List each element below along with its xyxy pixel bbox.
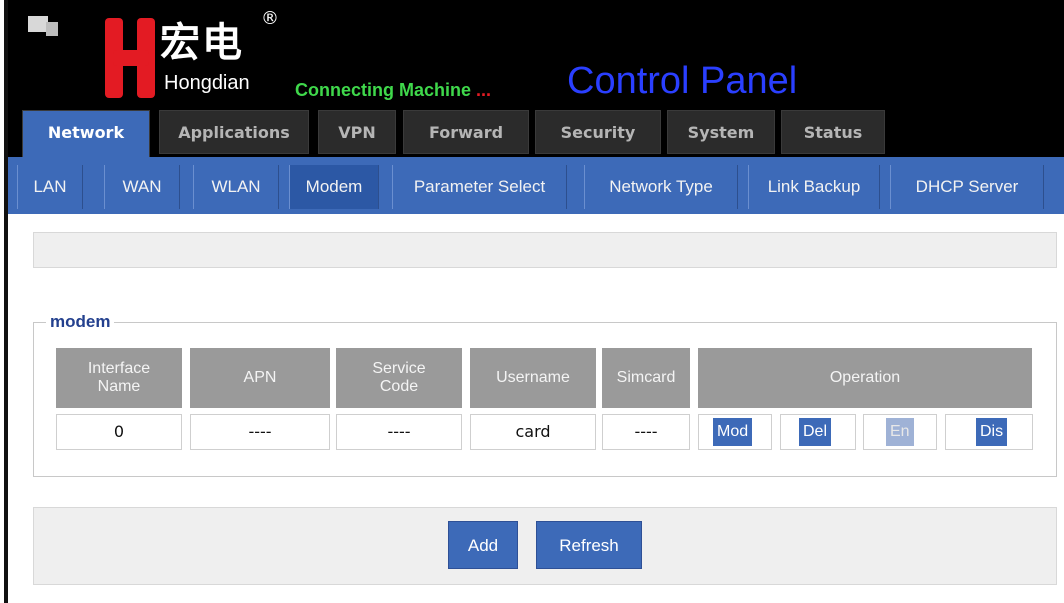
tab-vpn[interactable]: VPN <box>318 110 396 154</box>
col-header-interface-name: Interface Name <box>56 348 182 408</box>
tab-applications[interactable]: Applications <box>159 110 309 154</box>
tab-network[interactable]: Network <box>22 110 150 158</box>
subtab-wlan[interactable]: WLAN <box>193 165 279 209</box>
disable-button[interactable]: Dis <box>976 418 1008 446</box>
page-title: Control Panel <box>567 60 798 102</box>
brand-english-name: Hongdian <box>164 72 250 94</box>
subtab-dhcp-server[interactable]: DHCP Server <box>890 165 1044 209</box>
cell-service-code: ---- <box>336 414 462 450</box>
mod-button[interactable]: Mod <box>713 418 753 446</box>
cell-simcard: ---- <box>602 414 690 450</box>
sub-tabs: LAN WAN WLAN Modem Parameter Select Netw… <box>8 157 1064 214</box>
brand-chinese-name: 宏电 <box>160 19 244 66</box>
subtab-modem[interactable]: Modem <box>289 165 379 209</box>
registered-mark: ® <box>261 8 279 29</box>
cell-op-en: En <box>863 414 937 450</box>
cell-interface-name: 0 <box>56 414 182 450</box>
refresh-button[interactable]: Refresh <box>536 521 642 569</box>
subtab-link-backup[interactable]: Link Backup <box>748 165 880 209</box>
tab-security[interactable]: Security <box>535 110 661 154</box>
subtab-wan[interactable]: WAN <box>104 165 180 209</box>
col-header-username: Username <box>470 348 596 408</box>
subtab-lan[interactable]: LAN <box>17 165 83 209</box>
enable-button[interactable]: En <box>886 418 914 446</box>
cell-op-del: Del <box>780 414 856 450</box>
modem-legend: modem <box>46 312 115 332</box>
col-header-operation: Operation <box>698 348 1032 408</box>
hongdian-h-logo-icon <box>105 18 157 98</box>
tagline: Connecting Machine ... <box>295 80 492 100</box>
message-bar <box>33 232 1057 268</box>
tab-system[interactable]: System <box>667 110 775 154</box>
subtab-network-type[interactable]: Network Type <box>584 165 738 209</box>
tab-forward[interactable]: Forward <box>403 110 529 154</box>
cell-op-dis: Dis <box>945 414 1033 450</box>
cell-apn: ---- <box>190 414 330 450</box>
col-header-simcard: Simcard <box>602 348 690 408</box>
col-header-apn: APN <box>190 348 330 408</box>
tab-status[interactable]: Status <box>781 110 885 154</box>
subtab-parameter-select[interactable]: Parameter Select <box>392 165 567 209</box>
delete-button[interactable]: Del <box>799 418 832 446</box>
cell-op-mod: Mod <box>698 414 772 450</box>
col-header-service-code: Service Code <box>336 348 462 408</box>
header: 宏电 ® Hongdian Connecting Machine ... Con… <box>8 0 1064 158</box>
logo-mark-icon <box>28 16 68 44</box>
add-button[interactable]: Add <box>448 521 518 569</box>
cell-username: card <box>470 414 596 450</box>
